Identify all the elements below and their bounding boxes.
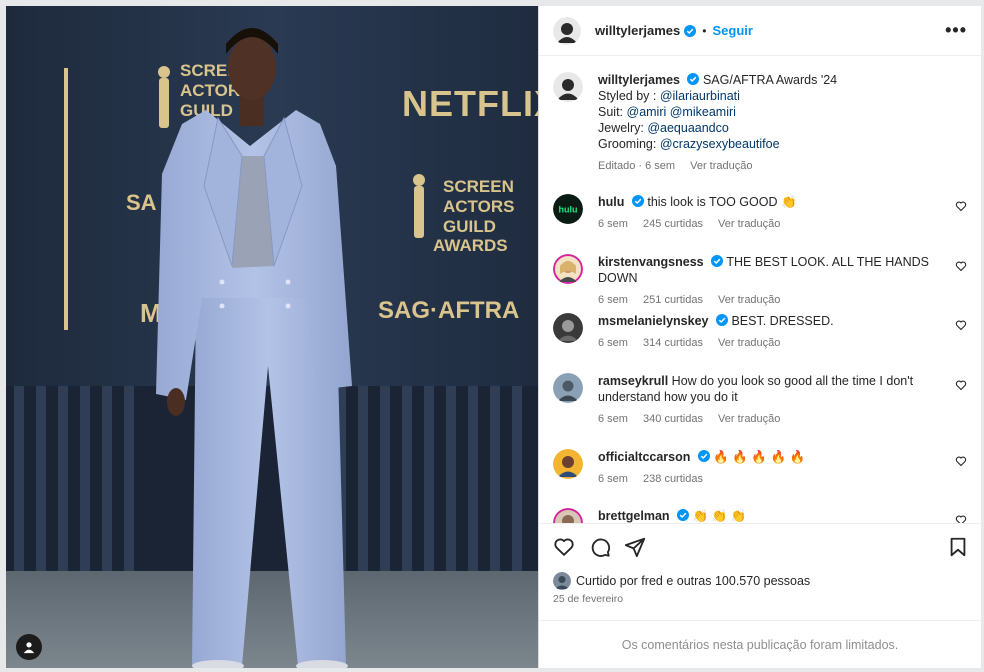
comment-username[interactable]: officialtccarson	[598, 450, 690, 464]
liker-avatar	[553, 572, 571, 590]
comment-time: 6 sem	[598, 413, 628, 425]
brett-avatar[interactable]	[553, 508, 583, 523]
verified-badge-icon	[711, 255, 724, 267]
heart-icon[interactable]	[553, 536, 575, 558]
verified-badge-icon	[631, 195, 644, 207]
comment-likes[interactable]: 314 curtidas	[643, 337, 703, 349]
svg-text:ACTORS: ACTORS	[443, 197, 514, 216]
tagged-users-button[interactable]	[16, 634, 42, 660]
comment-time: 6 sem	[598, 294, 628, 306]
share-icon[interactable]	[624, 536, 646, 558]
comment-item: brettgelman 👏 👏 👏	[553, 508, 967, 523]
kirsten-avatar[interactable]	[553, 254, 583, 284]
follow-button[interactable]: Seguir	[712, 23, 752, 38]
caption-meta: Editado · 6 sem Ver tradução	[598, 158, 967, 174]
svg-text:SCREEN: SCREEN	[443, 177, 514, 196]
comment-username[interactable]: brettgelman	[598, 509, 670, 523]
separator-dot: •	[702, 23, 707, 38]
caption-username[interactable]: willtylerjames	[598, 73, 680, 87]
author-avatar[interactable]	[553, 16, 581, 45]
comment-item: msmelanielynskey BEST. DRESSED. 6 sem 31…	[553, 313, 967, 351]
comment-time: 6 sem	[598, 218, 628, 230]
post-date: 25 de fevereiro	[553, 593, 624, 605]
post-photo[interactable]: NETFLIX SCREEN ACTORS GUILD AWARDS SAG·A…	[6, 6, 538, 668]
mention-link[interactable]: @aequaandco	[647, 121, 729, 135]
caption-line-label: Suit:	[598, 105, 627, 119]
post-caption: willtylerjames SAG/AFTRA Awards '24 Styl…	[553, 72, 967, 174]
caption-line-label: Grooming:	[598, 137, 660, 151]
comment-username[interactable]: ramseykrull	[598, 374, 668, 388]
see-translation-link[interactable]: Ver tradução	[718, 337, 780, 349]
comment-item: hulu hulu this look is TOO GOOD 👏 6 sem …	[553, 194, 967, 232]
more-options-icon[interactable]: •••	[945, 20, 967, 41]
comment-item: officialtccarson 🔥 🔥 🔥 🔥 🔥 6 sem 238 cur…	[553, 449, 967, 487]
comment-text: 🔥 🔥 🔥 🔥 🔥	[713, 450, 806, 464]
comment-likes[interactable]: 340 curtidas	[643, 413, 703, 425]
comment-text: 👏 👏 👏	[692, 509, 747, 523]
comment-likes[interactable]: 251 curtidas	[643, 294, 703, 306]
like-comment-icon[interactable]	[955, 514, 967, 523]
comments-limited-notice: Os comentários nesta publicação foram li…	[539, 620, 981, 669]
see-translation-link[interactable]: Ver tradução	[718, 294, 780, 306]
ramsey-avatar[interactable]	[553, 373, 583, 403]
verified-badge-icon	[677, 509, 690, 521]
likes-summary-text: Curtido por fred e outras 100.570 pessoa…	[576, 574, 811, 588]
red-carpet-photo: NETFLIX SCREEN ACTORS GUILD AWARDS SAG·A…	[6, 6, 538, 668]
see-translation-link[interactable]: Ver tradução	[718, 218, 780, 230]
svg-text:AWARDS: AWARDS	[433, 236, 508, 255]
post-action-bar	[539, 523, 981, 570]
verified-badge-icon	[684, 24, 697, 37]
post-side-panel: willtylerjames • Seguir ••• willtylerjam…	[538, 6, 981, 668]
comment-likes[interactable]: 245 curtidas	[643, 218, 703, 230]
author-username[interactable]: willtylerjames	[595, 23, 680, 38]
author-avatar[interactable]	[553, 72, 583, 102]
comment-item: ramseykrull How do you look so good all …	[553, 373, 967, 427]
svg-text:SA: SA	[126, 190, 157, 215]
svg-text:hulu: hulu	[559, 205, 578, 215]
see-translation-link[interactable]: Ver tradução	[690, 160, 752, 172]
melanie-avatar[interactable]	[553, 313, 583, 343]
verified-badge-icon	[697, 450, 710, 462]
post-modal: NETFLIX SCREEN ACTORS GUILD AWARDS SAG·A…	[0, 0, 984, 672]
like-comment-icon[interactable]	[955, 379, 967, 391]
comment-time: 6 sem	[598, 337, 628, 349]
comments-list[interactable]: willtylerjames SAG/AFTRA Awards '24 Styl…	[539, 57, 981, 523]
carson-avatar[interactable]	[553, 449, 583, 479]
comment-icon[interactable]	[589, 536, 611, 558]
comment-time: 6 sem	[598, 473, 628, 485]
verified-badge-icon	[715, 314, 728, 326]
mention-link[interactable]: @ilariaurbinati	[660, 89, 740, 103]
comment-username[interactable]: hulu	[598, 195, 624, 209]
comment-text: this look is TOO GOOD 👏	[647, 195, 797, 209]
comment-item: kirstenvangsness THE BEST LOOK. ALL THE …	[553, 254, 967, 308]
person-icon	[23, 642, 35, 654]
mention-link[interactable]: @amiri @mikeamiri	[627, 105, 736, 119]
bookmark-icon[interactable]	[947, 536, 969, 558]
comment-username[interactable]: kirstenvangsness	[598, 255, 704, 269]
comment-text: BEST. DRESSED.	[731, 314, 834, 328]
caption-title: SAG/AFTRA Awards '24	[702, 73, 838, 87]
comment-username[interactable]: msmelanielynskey	[598, 314, 709, 328]
hulu-avatar[interactable]: hulu	[553, 194, 583, 224]
post-header: willtylerjames • Seguir •••	[539, 6, 981, 56]
comment-likes[interactable]: 238 curtidas	[643, 473, 703, 485]
likes-summary[interactable]: Curtido por fred e outras 100.570 pessoa…	[553, 572, 810, 590]
netflix-logo: NETFLIX	[402, 83, 538, 124]
verified-badge-icon	[687, 73, 700, 85]
like-comment-icon[interactable]	[955, 260, 967, 272]
caption-line-label: Jewelry:	[598, 121, 648, 135]
see-translation-link[interactable]: Ver tradução	[718, 413, 780, 425]
caption-time: Editado · 6 sem	[598, 160, 676, 172]
like-comment-icon[interactable]	[955, 319, 967, 331]
like-comment-icon[interactable]	[955, 455, 967, 467]
mention-link[interactable]: @crazysexybeautifoe	[660, 137, 780, 151]
svg-text:GUILD: GUILD	[443, 217, 496, 236]
sag-aftra-logo: SAG·AFTRA	[378, 297, 519, 324]
like-comment-icon[interactable]	[955, 200, 967, 212]
caption-line-label: Styled by :	[598, 89, 660, 103]
